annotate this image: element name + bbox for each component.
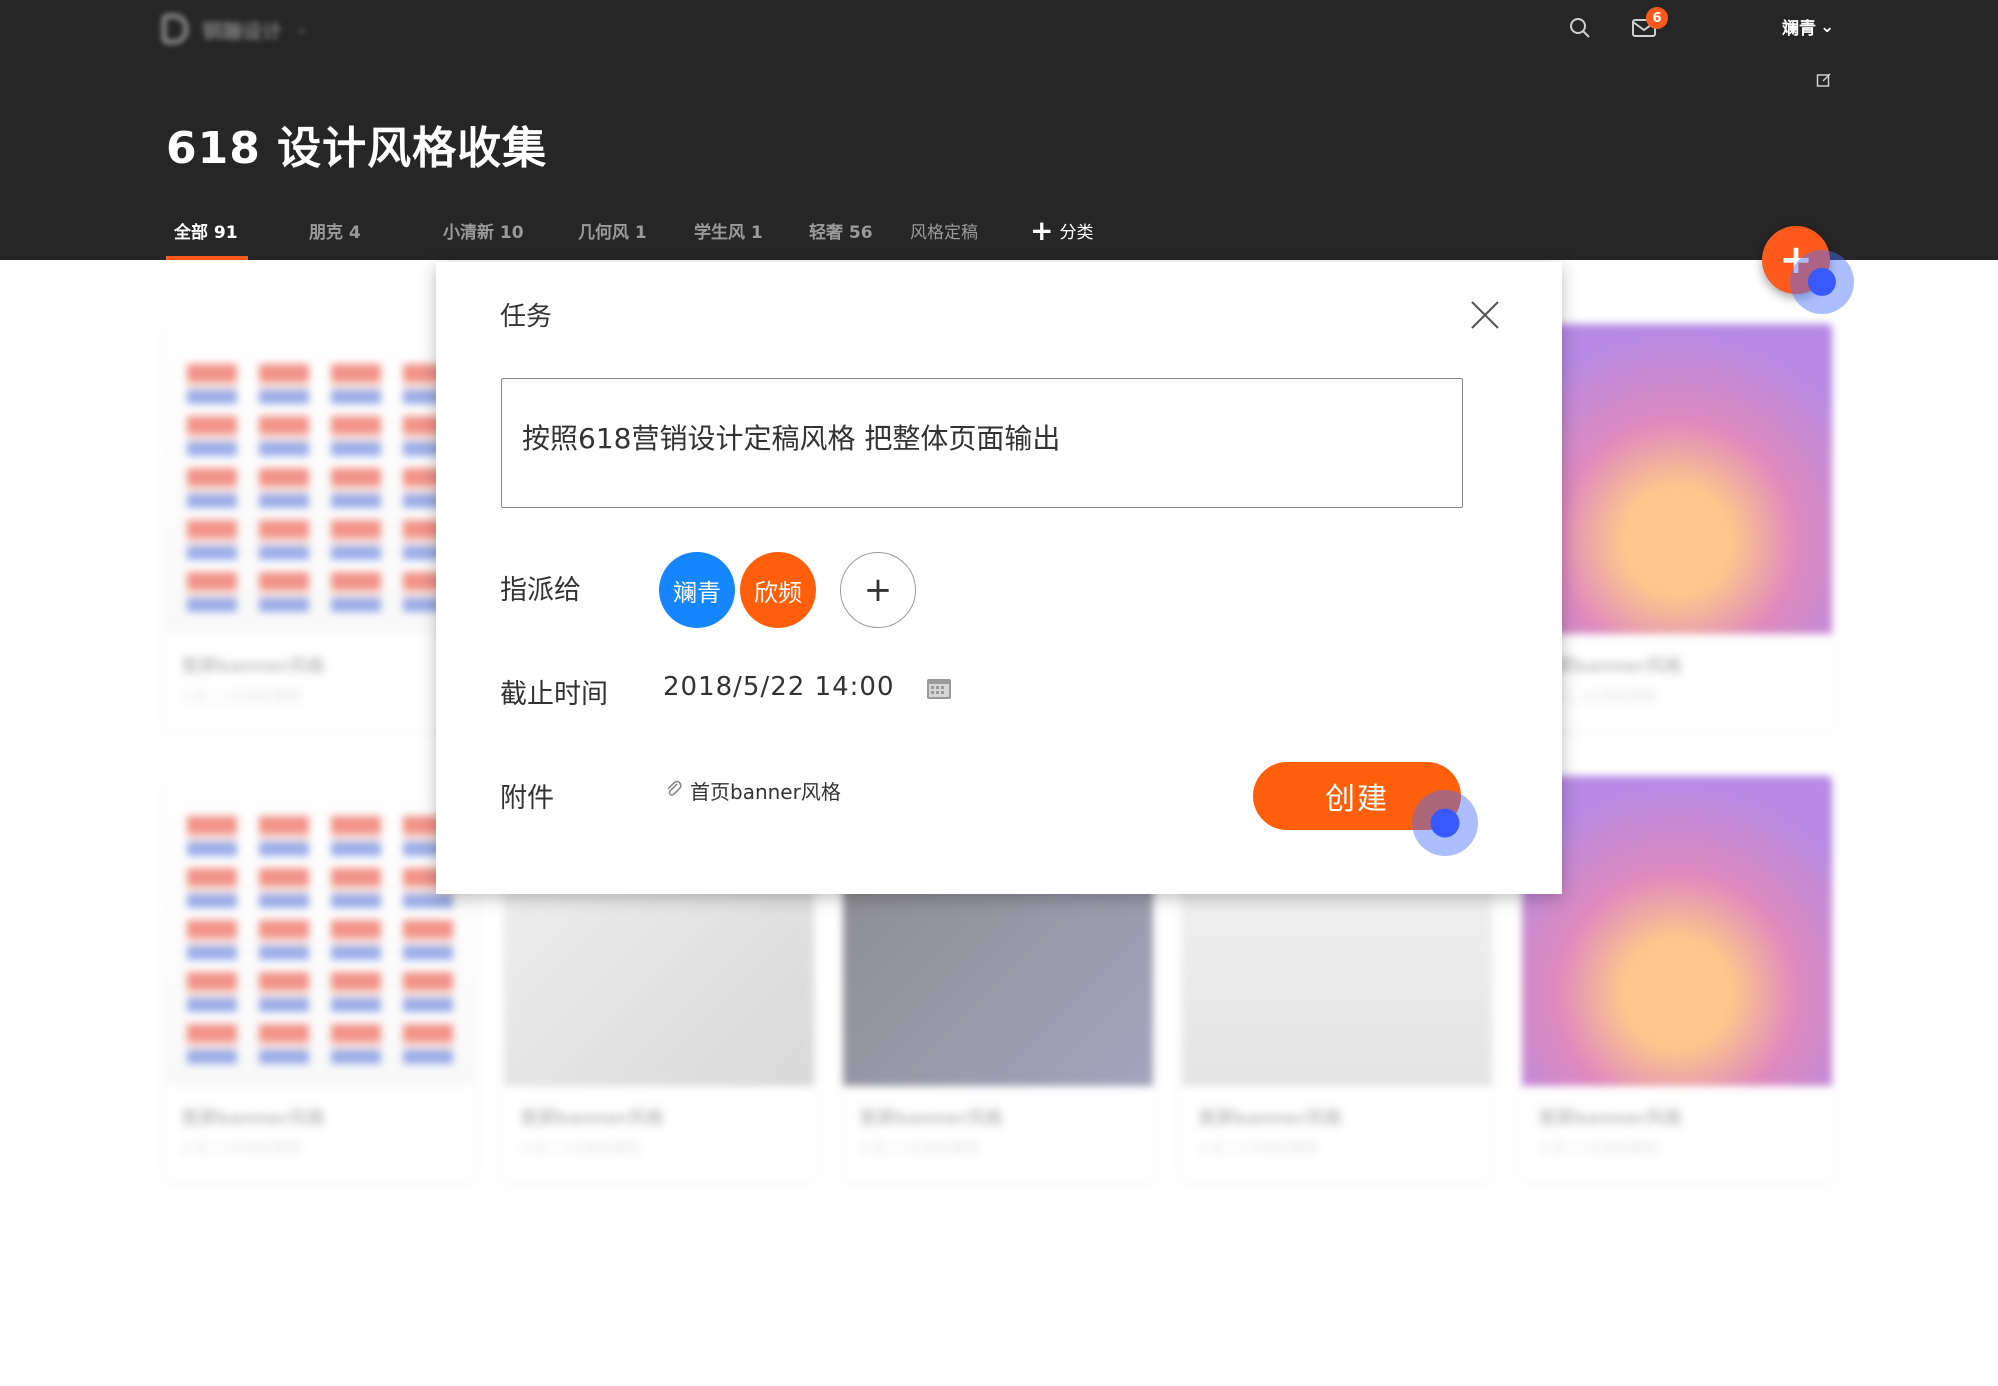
brand[interactable]: 钢蹦设计 ⌄ (162, 14, 308, 44)
chevron-down-icon: ⌄ (296, 21, 308, 37)
search-icon[interactable] (1566, 14, 1594, 42)
card-title: 首屏banner风格 (181, 656, 325, 677)
card[interactable]: 首屏banner风格 小瓜 | 1分钟前更新 (165, 776, 475, 1181)
tab-final-style[interactable]: 风格定稿 (910, 218, 978, 243)
card-thumbnail (1522, 776, 1832, 1086)
attachment-label: 附件 (500, 783, 554, 814)
task-description-input[interactable]: 按照618营销设计定稿风格 把整体页面输出 (501, 378, 1463, 508)
add-category-label: 分类 (1059, 223, 1094, 243)
card-thumbnail (1522, 324, 1832, 634)
dialog-title: 任务 (500, 302, 553, 332)
page-title: 618 设计风格收集 (166, 123, 548, 174)
card-meta: 小瓜 | 1分钟前更新 (181, 1141, 302, 1157)
card-title: 首屏banner风格 (859, 1108, 1003, 1129)
assign-label: 指派给 (500, 575, 581, 606)
assignee-avatar[interactable]: 欣频 (740, 552, 816, 628)
category-tabs: 全部 91 朋克 4 小清新 10 几何风 1 学生风 1 轻奢 56 风格定稿… (0, 206, 1998, 260)
card-thumbnail (165, 324, 475, 634)
close-icon[interactable] (1470, 300, 1500, 330)
user-menu[interactable]: 斓青 ⌄ (1782, 14, 1835, 40)
add-category-button[interactable]: + 分类 (1030, 213, 1094, 247)
card-title: 首屏banner风格 (1198, 1108, 1342, 1129)
deadline-value[interactable]: 2018/5/22 14:00 (663, 672, 895, 702)
tab-student[interactable]: 学生风 1 (694, 218, 763, 243)
card-meta: 小瓜 | 1分钟前更新 (1198, 1141, 1319, 1157)
edit-icon[interactable] (1814, 70, 1834, 90)
page: 钢蹦设计 ⌄ 6 斓青 ⌄ 618 设计风格收集 全部 91 朋克 4 小清新 … (0, 0, 1998, 1386)
card[interactable]: 首屏banner风格 小瓜 | 1分钟前更新 (1522, 776, 1832, 1181)
tab-light-luxury[interactable]: 轻奢 56 (809, 218, 873, 243)
user-name: 斓青 (1782, 19, 1816, 39)
calendar-icon[interactable] (926, 676, 954, 702)
tab-geometric[interactable]: 几何风 1 (578, 218, 647, 243)
attachment-item[interactable]: 首页banner风格 (666, 776, 841, 805)
attachment-name: 首页banner风格 (690, 780, 841, 804)
chevron-down-icon: ⌄ (1820, 16, 1835, 37)
assignee-avatar[interactable]: 斓青 (659, 552, 735, 628)
card-meta: 小瓜 | 1分钟前更新 (181, 689, 302, 705)
tab-all[interactable]: 全部 91 (174, 218, 238, 243)
card-title: 首屏banner风格 (181, 1108, 325, 1129)
touch-indicator (1790, 250, 1854, 314)
add-assignee-button[interactable]: + (840, 552, 916, 628)
card-meta: 小瓜 | 1分钟前更新 (1538, 1141, 1659, 1157)
card[interactable]: 首屏banner风格 小瓜 | 1分钟前更新 (165, 324, 475, 729)
card[interactable]: 首屏banner风格 小瓜 | 1分钟前更新 (1522, 324, 1832, 729)
touch-indicator (1412, 790, 1478, 856)
plus-icon: + (1030, 213, 1054, 247)
card-meta: 小瓜 | 1分钟前更新 (859, 1141, 980, 1157)
card-meta: 小瓜 | 1分钟前更新 (520, 1141, 641, 1157)
card-title: 首屏banner风格 (520, 1108, 664, 1129)
card-title: 首屏banner风格 (1538, 1108, 1682, 1129)
deadline-label: 截止时间 (500, 679, 608, 710)
task-dialog: 任务 按照618营销设计定稿风格 把整体页面输出 指派给 斓青 欣频 + 截止时… (436, 262, 1562, 894)
top-header: 钢蹦设计 ⌄ 6 斓青 ⌄ 618 设计风格收集 全部 91 朋克 4 小清新 … (0, 0, 1998, 260)
paperclip-icon (666, 779, 682, 803)
notification-badge: 6 (1646, 7, 1668, 29)
tab-fresh[interactable]: 小清新 10 (443, 218, 524, 243)
tab-punk[interactable]: 朋克 4 (309, 218, 361, 243)
logo-icon (162, 14, 188, 44)
card-thumbnail (165, 776, 475, 1086)
brand-name: 钢蹦设计 (202, 18, 282, 43)
